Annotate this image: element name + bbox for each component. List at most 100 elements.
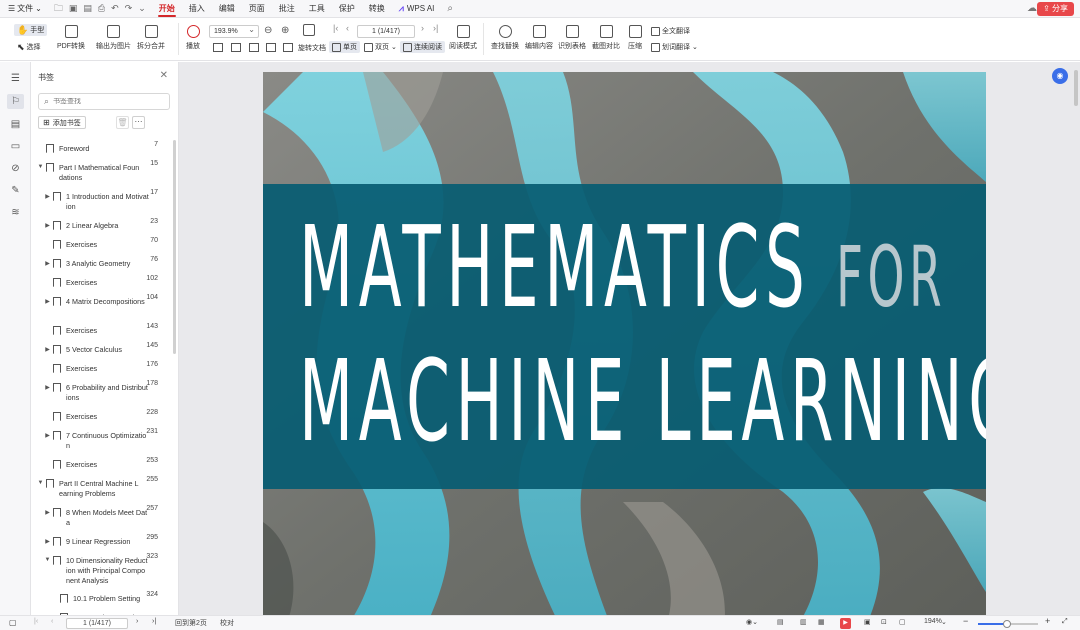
search-icon[interactable]: ⌕ [441, 3, 459, 14]
expand-arrow-icon[interactable]: ▶ [44, 259, 51, 267]
delete-bookmark-button[interactable]: 🗑 [116, 116, 129, 129]
attachment-panel-icon[interactable]: ▤ [9, 118, 22, 131]
eye-icon[interactable]: ◉⌄ [746, 618, 758, 626]
back-to-page-link[interactable]: 回到第2页 [175, 618, 207, 628]
tab-protect[interactable]: 保护 [332, 0, 362, 18]
play-button[interactable]: 播放 [186, 25, 200, 51]
panel-scrollbar[interactable] [173, 140, 176, 354]
double-page-button[interactable]: 双页 ⌄ [364, 41, 397, 53]
print-icon[interactable]: ⎙ [98, 3, 105, 14]
chevron-down-icon[interactable]: ⌄ [941, 618, 947, 626]
zoom-out-icon[interactable]: − [963, 616, 968, 626]
layers-icon[interactable]: ≋ [9, 206, 22, 219]
fullscreen-icon[interactable]: ⤢ [1062, 618, 1068, 626]
zoom-slider-knob[interactable] [1002, 620, 1011, 628]
expand-arrow-icon[interactable]: ▶ [44, 383, 51, 391]
compress-button[interactable]: 压缩 [628, 25, 642, 51]
double-page-view-icon[interactable]: ▦ [818, 618, 825, 626]
fit-page-icon[interactable]: ▣ [864, 618, 871, 626]
screenshot-compare-button[interactable]: 截图对比 [592, 25, 620, 51]
document-scrollbar[interactable] [1074, 70, 1078, 106]
tab-page[interactable]: 页面 [242, 0, 272, 18]
collapse-arrow-icon[interactable]: ▼ [37, 479, 44, 486]
page-number-input[interactable]: 1 (1/417) [357, 25, 415, 38]
bookmark-item[interactable]: ▼ Part I Mathematical Foundations 15 [31, 159, 172, 188]
next-page-icon[interactable]: › [421, 23, 424, 33]
expand-arrow-icon[interactable]: ▶ [44, 508, 51, 516]
add-bookmark-button[interactable]: ⊞ 添加书签 [38, 116, 86, 129]
more-options-button[interactable]: ··· [132, 116, 145, 129]
proofread-button[interactable]: 校对 [220, 618, 234, 628]
first-page-icon[interactable]: |‹ [333, 23, 338, 33]
last-page-icon[interactable]: ›| [433, 23, 438, 33]
status-page-input[interactable]: 1 (1/417) [66, 618, 128, 629]
document-viewport[interactable]: MATHEMATICS FOR MACHINE LEARNING ◉ [179, 62, 1080, 615]
expand-arrow-icon[interactable]: ▶ [44, 537, 51, 545]
tab-convert[interactable]: 转换 [362, 0, 392, 18]
continuous-view-icon[interactable]: ▥ [800, 618, 807, 626]
undo-icon[interactable]: ↶ [111, 3, 119, 14]
expand-arrow-icon[interactable]: ▶ [44, 221, 51, 229]
find-replace-button[interactable]: 查找替换 [491, 25, 519, 51]
expand-arrow-icon[interactable]: ▶ [44, 431, 51, 439]
bookmark-search-input[interactable] [53, 98, 154, 105]
zoom-level[interactable]: 194% [924, 618, 942, 625]
bookmark-item[interactable]: ▶ 9 Linear Regression 295 [31, 533, 172, 552]
zoom-slider[interactable] [978, 620, 1038, 628]
bookmark-item[interactable]: ▶ 2 Linear Algebra 23 [31, 217, 172, 236]
bookmark-item[interactable]: Exercises 253 [31, 456, 172, 475]
bookmark-item[interactable]: ▶ 3 Analytic Geometry 76 [31, 255, 172, 274]
thumbnail-list-icon[interactable]: ☰ [9, 72, 22, 85]
single-page-button[interactable]: 单页 [329, 41, 360, 53]
hand-tool-button[interactable]: ✋ 手型 [14, 24, 48, 36]
play-icon[interactable]: ▶ [840, 618, 851, 629]
save-icon[interactable]: ▣ [69, 3, 78, 14]
bookmark-item[interactable]: ▶ 4 Matrix Decompositions 104 [31, 293, 172, 322]
edit-content-button[interactable]: 编辑内容 [525, 25, 553, 51]
collapse-arrow-icon[interactable]: ▼ [37, 163, 44, 170]
close-icon[interactable]: ✕ [160, 70, 168, 81]
read-mode-button[interactable]: 阅读模式 [449, 25, 477, 51]
bookmark-item[interactable]: Exercises 228 [31, 408, 172, 427]
zoom-out-icon[interactable]: ⊖ [264, 25, 272, 36]
fit-width-icon[interactable]: ⊡ [881, 618, 887, 626]
bookmark-item[interactable]: Exercises 70 [31, 236, 172, 255]
tab-home[interactable]: 开始 [152, 0, 182, 18]
fit-page-icon[interactable] [303, 24, 315, 36]
rotate-left-icon[interactable] [266, 43, 276, 52]
chevron-down-icon[interactable]: ⌄ [138, 3, 146, 14]
expand-arrow-icon[interactable]: ▶ [44, 192, 51, 200]
bookmark-icon[interactable]: ⚐ [7, 94, 24, 109]
pdf-convert-button[interactable]: PDF转换 [57, 25, 85, 51]
expand-arrow-icon[interactable]: ▶ [44, 297, 51, 305]
expand-arrow-icon[interactable]: ▶ [44, 345, 51, 353]
comment-icon[interactable]: ▭ [9, 140, 22, 153]
export-icon[interactable]: ▤ [83, 3, 92, 14]
rotate-document-button[interactable]: 旋转文档 [298, 42, 326, 54]
prev-page-icon[interactable]: ‹ [51, 618, 53, 625]
actual-size-icon[interactable]: ▢ [899, 618, 906, 626]
tab-tools[interactable]: 工具 [302, 0, 332, 18]
last-page-icon[interactable]: ›| [152, 618, 156, 625]
export-image-button[interactable]: 输出为图片 [96, 25, 131, 51]
actual-size-icon[interactable] [249, 43, 259, 52]
select-tool-button[interactable]: ⬉ 选择 [17, 41, 41, 53]
rotate-right-icon[interactable] [283, 43, 293, 52]
file-menu-button[interactable]: ☰ 文件 ⌄ [0, 3, 48, 14]
toggle-sidebar-icon[interactable]: ▢ [9, 618, 17, 627]
next-page-icon[interactable]: › [136, 618, 138, 625]
open-folder-icon[interactable]: 🗀 [54, 1, 63, 17]
zoom-in-icon[interactable]: ⊕ [281, 25, 289, 36]
ai-assistant-icon[interactable]: ◉ [1052, 68, 1068, 84]
bookmark-item[interactable]: Exercises 102 [31, 274, 172, 293]
signature-icon[interactable]: ✎ [9, 184, 22, 197]
zoom-select[interactable]: 193.9% [209, 24, 259, 38]
redo-icon[interactable]: ↷ [125, 3, 133, 14]
paperclip-icon[interactable]: ⊘ [9, 162, 22, 175]
single-page-view-icon[interactable]: ▤ [777, 618, 784, 626]
share-button[interactable]: ⇪ 分享 [1037, 2, 1074, 16]
bookmark-item[interactable]: ▶ 1 Introduction and Motivation 17 [31, 188, 172, 217]
continuous-read-button[interactable]: 连续阅读 [400, 41, 445, 53]
tab-edit[interactable]: 编辑 [212, 0, 242, 18]
prev-page-icon[interactable]: ‹ [346, 23, 349, 33]
